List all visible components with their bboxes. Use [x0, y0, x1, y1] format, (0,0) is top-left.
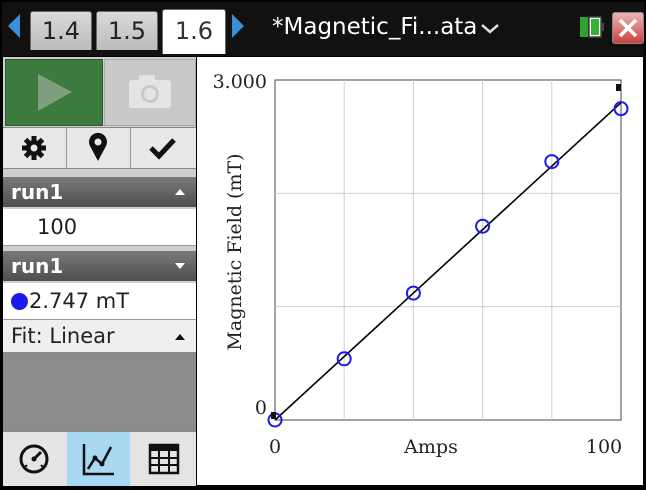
range-start-marker — [271, 412, 276, 419]
tab-bar: 1.4 1.5 1.6 *Magnetic_Fi...ata — [2, 2, 644, 56]
table-view-button[interactable] — [132, 432, 195, 486]
close-button[interactable] — [612, 12, 644, 44]
gear-icon — [22, 136, 46, 160]
x-tick-label: 100 — [586, 436, 622, 458]
close-icon — [618, 18, 638, 38]
document-title[interactable]: *Magnetic_Fi...ata — [272, 14, 477, 40]
graph-view-button[interactable] — [67, 432, 130, 486]
right-arrow-icon[interactable] — [232, 14, 244, 38]
data-panel: run1 100 run1 2.747 mT Fit: Linear — [3, 57, 196, 486]
check-icon — [149, 138, 176, 160]
run-header-y[interactable]: run1 — [3, 251, 196, 281]
y-tick-label: 3.000 — [213, 71, 267, 93]
table-icon — [148, 443, 180, 475]
x-value-row: 100 — [3, 209, 196, 246]
fit-label: Fit: Linear — [11, 324, 115, 348]
gauge-icon — [19, 444, 49, 474]
meter-view-button[interactable] — [3, 432, 66, 486]
run-header-x[interactable]: run1 — [3, 177, 196, 207]
plot-frame — [274, 79, 622, 421]
play-button[interactable] — [5, 59, 103, 126]
camera-icon — [129, 75, 171, 108]
tool-row — [3, 127, 196, 169]
tab-1-6[interactable]: 1.6 — [162, 9, 226, 54]
settings-button[interactable] — [3, 128, 67, 168]
panel-empty-area — [3, 353, 196, 431]
app-window: 1.4 1.5 1.6 *Magnetic_Fi...ata run1 100 … — [0, 0, 646, 486]
play-icon — [38, 74, 72, 111]
collapse-icon — [175, 334, 185, 340]
y-axis-label: Magnetic Field (mT) — [224, 153, 246, 350]
fit-row[interactable]: Fit: Linear — [3, 320, 196, 353]
y-value-row: 2.747 mT — [3, 283, 196, 320]
tab-1-4[interactable]: 1.4 — [30, 11, 92, 50]
run-label: run1 — [11, 254, 64, 278]
x-tick-label: 0 — [269, 436, 281, 458]
expand-icon — [175, 263, 185, 269]
graph-area[interactable]: Magnetic Field (mT) Amps 3.000 0 0 100 — [197, 57, 643, 485]
x-value: 100 — [37, 215, 78, 239]
camera-button[interactable] — [104, 59, 196, 126]
map-pin-icon — [89, 132, 107, 161]
scatter-chart[interactable]: Magnetic Field (mT) Amps 3.000 00 100 — [197, 57, 643, 485]
series-marker-icon — [11, 293, 28, 310]
y-value: 2.747 mT — [29, 289, 130, 313]
marker-button[interactable] — [67, 128, 131, 168]
tab-1-5[interactable]: 1.5 — [96, 11, 158, 50]
y-tick-label: 0 — [255, 397, 267, 419]
view-switcher — [3, 431, 196, 486]
collapse-icon — [175, 189, 185, 195]
chevron-down-icon[interactable] — [480, 18, 500, 38]
graph-icon — [82, 444, 114, 476]
x-axis-label: Amps — [403, 436, 458, 458]
left-arrow-icon[interactable] — [8, 14, 20, 38]
battery-icon — [580, 16, 604, 38]
range-end-marker — [616, 84, 621, 91]
check-button[interactable] — [131, 128, 194, 168]
run-label: run1 — [11, 180, 64, 204]
